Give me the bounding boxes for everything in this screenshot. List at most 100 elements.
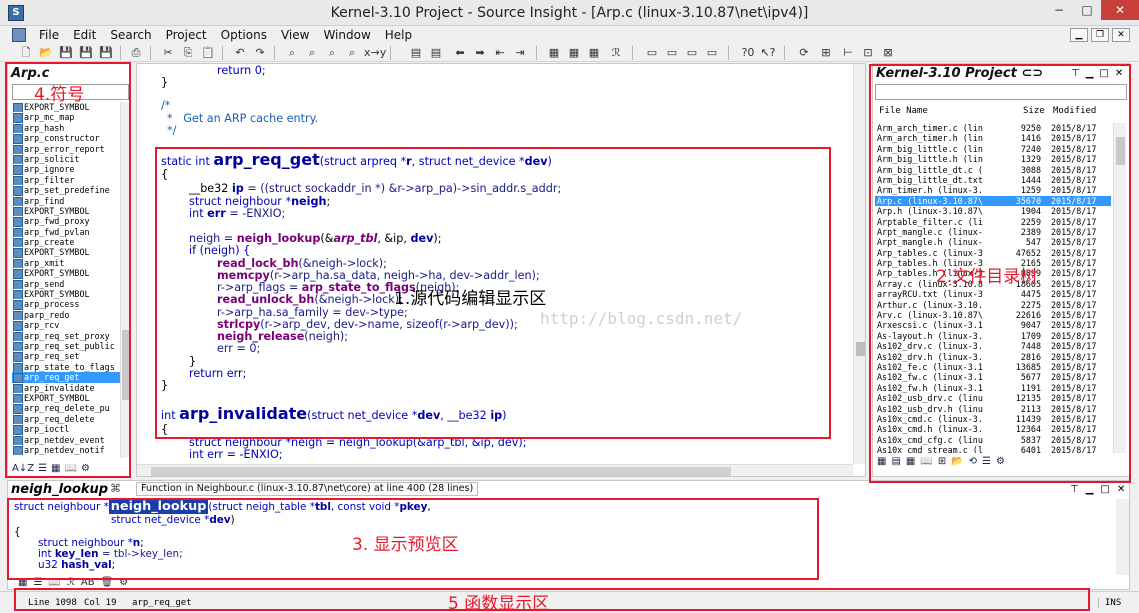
- maximize-button[interactable]: □: [1073, 0, 1101, 20]
- project-symbols-icon[interactable]: ▤: [891, 456, 900, 467]
- column-file-name[interactable]: File Name: [879, 106, 928, 116]
- file-list-row[interactable]: Arm_big_little.h (lin 1329 2015/8/17: [875, 154, 1111, 164]
- panel-close-icon[interactable]: ✕: [1115, 68, 1123, 79]
- file-list-row[interactable]: Arm_big_little_dt.txt 1444 2015/8/17: [875, 175, 1111, 185]
- file-list-row[interactable]: Arpt_mangle.h (linux- 547 2015/8/17: [875, 237, 1111, 247]
- child-minimize-icon[interactable]: ▁: [1070, 28, 1088, 42]
- menu-file[interactable]: File: [32, 26, 66, 44]
- cut-icon[interactable]: ✂: [160, 45, 176, 60]
- symbol-list-item[interactable]: arp_mc_map: [12, 112, 120, 123]
- context-symbol-icon[interactable]: ▦: [18, 577, 27, 588]
- bookmark-list-icon[interactable]: ▤: [428, 45, 444, 60]
- child-close-icon[interactable]: ✕: [1112, 28, 1130, 42]
- project-files-icon[interactable]: ▦: [877, 456, 886, 467]
- column-size[interactable]: Size: [1023, 106, 1045, 116]
- symbol-window-icon[interactable]: ▦: [546, 45, 562, 60]
- code-view[interactable]: return 0; } /* * Get an ARP cache entry.…: [137, 64, 853, 464]
- symbol-list-item[interactable]: EXPORT_SYMBOL: [12, 247, 120, 258]
- search-files-icon[interactable]: ⌕: [304, 45, 320, 60]
- bookmark-icon[interactable]: ▤: [408, 45, 424, 60]
- file-list-scrollbar[interactable]: [1113, 123, 1126, 453]
- file-list-row[interactable]: As102_drv.h (linux-3. 2816 2015/8/17: [875, 352, 1111, 362]
- symbol-list-item[interactable]: arp_find: [12, 196, 120, 206]
- context-minimize-icon[interactable]: ▁: [1086, 484, 1094, 495]
- close-button[interactable]: ✕: [1101, 0, 1139, 20]
- symbol-list-item[interactable]: arp_send: [12, 279, 120, 290]
- minimize-button[interactable]: −: [1045, 0, 1073, 20]
- file-list-row[interactable]: Arv.c (linux-3.10.87\ 22616 2015/8/17: [875, 310, 1111, 320]
- symbol-list-item[interactable]: arp_req_delete_pu: [12, 403, 120, 414]
- symbol-list-item[interactable]: EXPORT_SYMBOL: [12, 206, 120, 217]
- tree-icon[interactable]: ⊢: [840, 45, 856, 60]
- context-list-icon[interactable]: ☰: [33, 577, 42, 588]
- browse-icon[interactable]: ?0: [740, 45, 756, 60]
- file-list-row[interactable]: Arm_arch_timer.h (lin 1416 2015/8/17: [875, 133, 1111, 143]
- symbol-list-item[interactable]: arp_ioctl: [12, 424, 120, 435]
- symbol-list-scrollbar[interactable]: [120, 102, 130, 458]
- file-list-row[interactable]: Arp_tables.c (linux-3 47652 2015/8/17: [875, 248, 1111, 258]
- sync-icon[interactable]: ⟳: [796, 45, 812, 60]
- undo-icon[interactable]: ↶: [232, 45, 248, 60]
- context-window-icon[interactable]: ▦: [566, 45, 582, 60]
- context-scrollbar[interactable]: [1116, 499, 1129, 575]
- file-list-row[interactable]: Arthur.c (linux-3.10. 2275 2015/8/17: [875, 300, 1111, 310]
- context-replace-icon[interactable]: AB: [81, 577, 95, 588]
- symbol-list-item[interactable]: arp_hash: [12, 123, 120, 134]
- help-pointer-icon[interactable]: ↖?: [760, 45, 776, 60]
- context-jump-icon[interactable]: ⌘: [110, 482, 121, 495]
- jump-back-icon[interactable]: ⇤: [492, 45, 508, 60]
- symbol-list-item[interactable]: arp_req_set_proxy: [12, 331, 120, 341]
- forward-icon[interactable]: ➡: [472, 45, 488, 60]
- menu-view[interactable]: View: [274, 26, 316, 44]
- pin-icon[interactable]: ⊤: [1071, 68, 1080, 79]
- book-icon[interactable]: 📖: [920, 456, 932, 467]
- context-pin-icon[interactable]: ⊤: [1070, 484, 1079, 495]
- symbol-list-item[interactable]: arp_fwd_proxy: [12, 216, 120, 227]
- symbol-list-item[interactable]: arp_rcv: [12, 320, 120, 331]
- symbol-list-item[interactable]: arp_set_predefine: [12, 185, 120, 196]
- menu-help[interactable]: Help: [378, 26, 419, 44]
- file-list-row[interactable]: Arxescsi.c (linux-3.1 9047 2015/8/17: [875, 320, 1111, 330]
- save-as-icon[interactable]: 💾: [98, 45, 114, 60]
- lookup-icon[interactable]: ⊠: [880, 45, 896, 60]
- context-clear-icon[interactable]: 🗑: [101, 577, 114, 588]
- file-list-row[interactable]: As102_drv.c (linux-3. 7448 2015/8/17: [875, 341, 1111, 351]
- file-list-row[interactable]: Arpt_mangle.c (linux- 2389 2015/8/17: [875, 227, 1111, 237]
- context-book-icon[interactable]: 📖: [48, 577, 60, 588]
- back-icon[interactable]: ⬅: [452, 45, 468, 60]
- file-list-row[interactable]: As102_usb_drv.c (linu 12135 2015/8/17: [875, 393, 1111, 403]
- symbol-list-item[interactable]: arp_fwd_pvlan: [12, 227, 120, 238]
- file-list-row[interactable]: Arp.c (linux-3.10.87\ 35670 2015/8/17: [875, 195, 1111, 207]
- symbol-list-item[interactable]: arp_req_set: [12, 351, 120, 362]
- search-prev-icon[interactable]: ⌕: [344, 45, 360, 60]
- symbol-list-item[interactable]: arp_create: [12, 237, 120, 248]
- editor-vertical-scrollbar[interactable]: [853, 64, 865, 464]
- panel-minimize-icon[interactable]: ▁: [1086, 68, 1094, 79]
- relation-icon[interactable]: ⊞: [818, 45, 834, 60]
- copy-icon[interactable]: ⎘: [180, 45, 196, 60]
- symbol-list-item[interactable]: arp_req_set_public: [12, 341, 120, 352]
- jump-forward-icon[interactable]: ⇥: [512, 45, 528, 60]
- context-settings-icon[interactable]: ⚙: [119, 577, 128, 588]
- file-list-row[interactable]: Arptable_filter.c (li 2259 2015/8/17: [875, 217, 1111, 227]
- project-file-filter-input[interactable]: [875, 84, 1127, 100]
- panel-restore-icon[interactable]: □: [1099, 68, 1108, 79]
- file-list-row[interactable]: As10x_cmd.h (linux-3. 12364 2015/8/17: [875, 424, 1111, 434]
- symbol-list-item[interactable]: arp_req_delete: [12, 414, 120, 425]
- source-editor[interactable]: return 0; } /* * Get an ARP cache entry.…: [136, 63, 866, 477]
- file-list-row[interactable]: arrayRCU.txt (linux-3 4475 2015/8/17: [875, 289, 1111, 299]
- layout-4-icon[interactable]: ▭: [704, 45, 720, 60]
- file-list-row[interactable]: As102_fw.h (linux-3.1 1191 2015/8/17: [875, 383, 1111, 393]
- symbol-list-item[interactable]: arp_constructor: [12, 133, 120, 144]
- document-menu-icon[interactable]: [12, 28, 26, 42]
- column-modified[interactable]: Modified: [1053, 106, 1096, 116]
- file-list-row[interactable]: As102_usb_drv.h (linu 2113 2015/8/17: [875, 404, 1111, 414]
- relation-window-icon[interactable]: ▦: [586, 45, 602, 60]
- save-icon[interactable]: 💾: [58, 45, 74, 60]
- symbol-list[interactable]: EXPORT_SYMBOL arp_mc_map arp_hash arp_const…: [12, 102, 120, 458]
- file-list-row[interactable]: As102_fe.c (linux-3.1 13685 2015/8/17: [875, 362, 1111, 372]
- category-icon[interactable]: ▦: [51, 463, 60, 474]
- print-icon[interactable]: ⎙: [128, 45, 144, 60]
- symbol-list-item[interactable]: parp_redo: [12, 310, 120, 321]
- context-r-icon[interactable]: ℛ: [67, 577, 75, 588]
